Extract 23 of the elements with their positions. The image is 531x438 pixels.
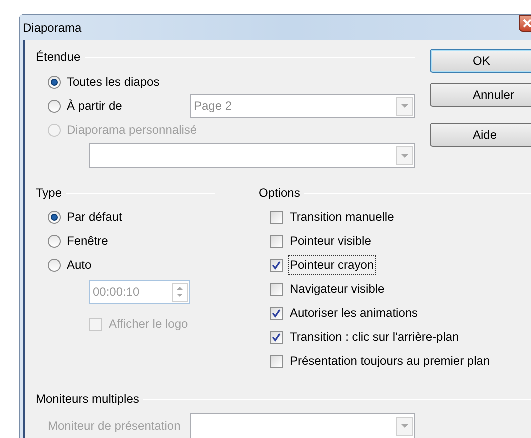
checkbox-label: Pointeur visible — [289, 233, 372, 250]
dialog-button[interactable]: Aide — [430, 123, 531, 147]
checkbox-label: Présentation toujours au premier plan — [289, 353, 492, 370]
radio-label: Fenêtre — [67, 233, 108, 250]
dialog-button[interactable]: Annuler — [430, 83, 531, 107]
checkbox-label: Navigateur visible — [289, 281, 386, 298]
checkbox-label: Transition : clic sur l'arrière-plan — [289, 329, 460, 346]
checkbox-label: Afficher le logo — [108, 316, 190, 333]
group-title: Type — [36, 185, 62, 202]
checkbox-label: Transition manuelle — [289, 209, 396, 226]
checkbox-label: Pointeur crayon — [288, 255, 376, 275]
monitor-label: Moniteur de présentation — [48, 418, 182, 435]
window-title: Diaporama — [23, 20, 82, 36]
checkbox-label: Autoriser les animations — [289, 305, 420, 322]
group-title: Moniteurs multiples — [36, 391, 140, 408]
radio-label: Toutes les diapos — [67, 74, 160, 91]
radio-label: Par défaut — [67, 209, 122, 226]
group-title: Options — [259, 185, 300, 202]
radio-label: Diaporama personnalisé — [67, 122, 198, 139]
group-title: Étendue — [36, 49, 81, 66]
radio-label: Auto — [67, 257, 92, 274]
dialog-button[interactable]: OK — [430, 49, 531, 73]
radio-label: À partir de — [67, 98, 122, 115]
